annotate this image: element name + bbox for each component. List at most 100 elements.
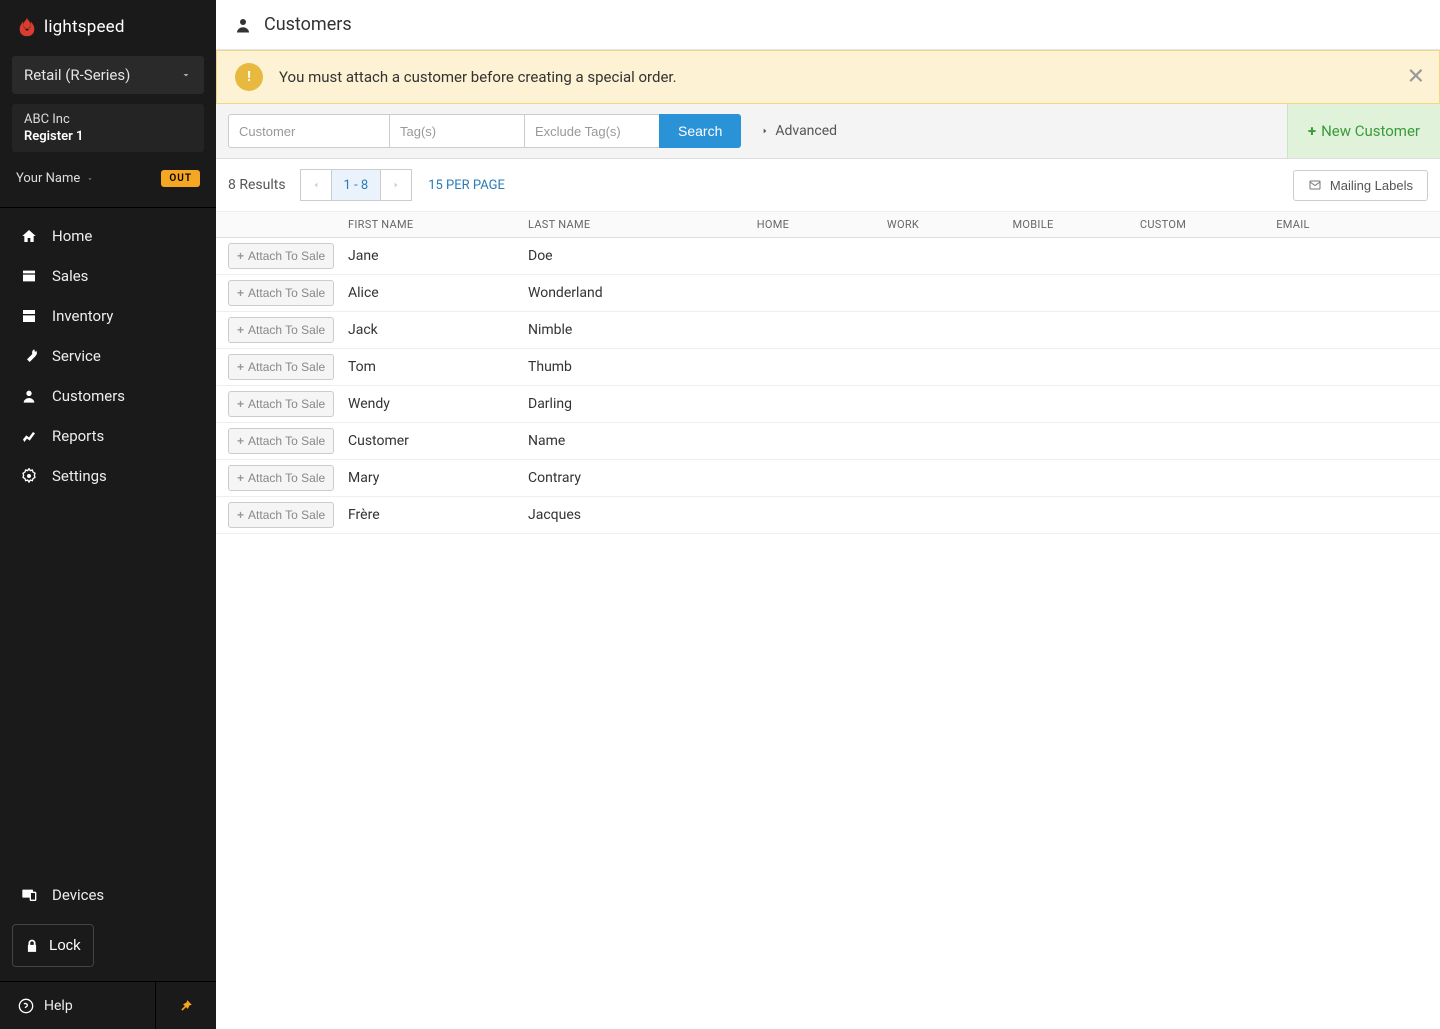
td-first-name: Alice	[348, 285, 528, 301]
plus-icon: +	[237, 249, 244, 263]
company-name: ABC Inc	[24, 112, 192, 127]
service-icon	[20, 347, 38, 365]
nav-label: Settings	[52, 467, 107, 485]
th-email[interactable]: EMAIL	[1228, 218, 1358, 231]
attach-label: Attach To Sale	[248, 508, 325, 522]
attach-label: Attach To Sale	[248, 397, 325, 411]
attach-to-sale-button[interactable]: + Attach To Sale	[228, 354, 334, 380]
plus-icon: +	[237, 397, 244, 411]
advanced-link[interactable]: Advanced	[761, 123, 837, 139]
close-icon: ✕	[1407, 65, 1425, 90]
th-last-name[interactable]: LAST NAME	[528, 218, 708, 231]
brand-name: lightspeed	[44, 17, 125, 37]
pager-prev-button[interactable]	[301, 170, 331, 200]
pager-next-button[interactable]	[381, 170, 411, 200]
table-row[interactable]: +Attach To SaleMaryContrary	[216, 460, 1440, 497]
chevron-right-icon	[761, 125, 769, 137]
exclude-tags-input[interactable]	[524, 114, 660, 148]
th-custom[interactable]: CUSTOM	[1098, 218, 1228, 231]
attach-to-sale-button[interactable]: + Attach To Sale	[228, 391, 334, 417]
alert-text: You must attach a customer before creati…	[279, 68, 677, 86]
attach-label: Attach To Sale	[248, 323, 325, 337]
per-page-link[interactable]: 15 PER PAGE	[428, 178, 505, 193]
th-work[interactable]: WORK	[838, 218, 968, 231]
pin-icon	[179, 999, 193, 1013]
table-header: FIRST NAME LAST NAME HOME WORK MOBILE CU…	[216, 212, 1440, 238]
sidebar-bottom: Devices Lock Help	[0, 874, 216, 1029]
results-count: 8 Results	[228, 177, 286, 193]
advanced-label: Advanced	[775, 123, 837, 139]
attach-label: Attach To Sale	[248, 249, 325, 263]
td-last-name: Darling	[528, 396, 708, 412]
attach-to-sale-button[interactable]: +Attach To Sale	[228, 465, 334, 491]
page-title: Customers	[264, 14, 352, 35]
table-row[interactable]: + Attach To Sale WendyDarling	[216, 386, 1440, 423]
table-row[interactable]: +Attach To SaleJackNimble	[216, 312, 1440, 349]
nav-inventory[interactable]: Inventory	[0, 296, 216, 336]
tags-input[interactable]	[389, 114, 525, 148]
pin-button[interactable]	[156, 982, 216, 1029]
attach-to-sale-button[interactable]: + Attach To Sale	[228, 428, 334, 454]
table-row[interactable]: +Attach To Sale AliceWonderland	[216, 275, 1440, 312]
attach-to-sale-button[interactable]: + Attach To Sale	[228, 243, 334, 269]
flame-icon	[16, 16, 38, 38]
new-customer-button[interactable]: + New Customer	[1287, 104, 1440, 158]
plus-icon: +	[237, 508, 244, 522]
th-first-name[interactable]: FIRST NAME	[348, 218, 528, 231]
td-first-name: Wendy	[348, 396, 528, 412]
nav-customers[interactable]: Customers	[0, 376, 216, 416]
plus-icon: +	[237, 286, 244, 300]
nav-sales[interactable]: Sales	[0, 256, 216, 296]
user-row[interactable]: Your Name OUT	[12, 164, 204, 193]
mailing-labels-button[interactable]: Mailing Labels	[1293, 170, 1428, 201]
td-first-name: Jack	[348, 322, 528, 338]
nav-label: Sales	[52, 267, 88, 285]
retail-selector-label: Retail (R-Series)	[24, 66, 130, 84]
sales-icon	[20, 267, 38, 285]
company-block[interactable]: ABC Inc Register 1	[12, 104, 204, 152]
register-name: Register 1	[24, 129, 192, 144]
customers-table: FIRST NAME LAST NAME HOME WORK MOBILE CU…	[216, 212, 1440, 534]
table-row[interactable]: +Attach To SaleJaneDoe	[216, 238, 1440, 275]
td-last-name: Thumb	[528, 359, 708, 375]
plus-icon: +	[237, 434, 244, 448]
th-home[interactable]: HOME	[708, 218, 838, 231]
inventory-icon	[20, 307, 38, 325]
envelope-icon	[1308, 179, 1322, 191]
pagination-bar: 8 Results 1 - 8 15 PER PAGE Mailing Labe…	[216, 159, 1440, 212]
retail-selector[interactable]: Retail (R-Series)	[12, 56, 204, 94]
plus-icon: +	[237, 360, 244, 374]
th-mobile[interactable]: MOBILE	[968, 218, 1098, 231]
attach-label: Attach To Sale	[248, 360, 325, 374]
home-icon	[20, 227, 38, 245]
table-row[interactable]: +Attach To SaleCustomerName	[216, 423, 1440, 460]
help-icon	[18, 998, 34, 1014]
td-first-name: Frère	[348, 507, 528, 523]
footer-bar: Help	[0, 981, 216, 1029]
lock-button[interactable]: Lock	[12, 924, 94, 967]
nav-devices[interactable]: Devices	[0, 874, 216, 916]
devices-icon	[20, 886, 38, 904]
nav-service[interactable]: Service	[0, 336, 216, 376]
help-label: Help	[44, 998, 73, 1014]
table-row[interactable]: +Attach To SaleFrèreJacques	[216, 497, 1440, 534]
nav-settings[interactable]: Settings	[0, 456, 216, 496]
table-row[interactable]: +Attach To SaleTomThumb	[216, 349, 1440, 386]
pager-range[interactable]: 1 - 8	[331, 170, 382, 200]
attach-label: Attach To Sale	[248, 434, 325, 448]
attach-to-sale-button[interactable]: +Attach To Sale	[228, 280, 334, 306]
attach-to-sale-button[interactable]: +Attach To Sale	[228, 317, 334, 343]
out-badge: OUT	[161, 170, 200, 187]
td-last-name: Wonderland	[528, 285, 708, 301]
alert-close-button[interactable]: ✕	[1407, 65, 1425, 90]
td-first-name: Customer	[348, 433, 528, 449]
nav-label: Reports	[52, 427, 104, 445]
th-attach	[228, 218, 348, 231]
attach-to-sale-button[interactable]: + Attach To Sale	[228, 502, 334, 528]
customer-input[interactable]	[228, 114, 390, 148]
chevron-right-icon	[392, 179, 400, 191]
search-button[interactable]: Search	[659, 114, 741, 148]
nav-home[interactable]: Home	[0, 216, 216, 256]
help-button[interactable]: Help	[0, 982, 156, 1029]
nav-reports[interactable]: Reports	[0, 416, 216, 456]
